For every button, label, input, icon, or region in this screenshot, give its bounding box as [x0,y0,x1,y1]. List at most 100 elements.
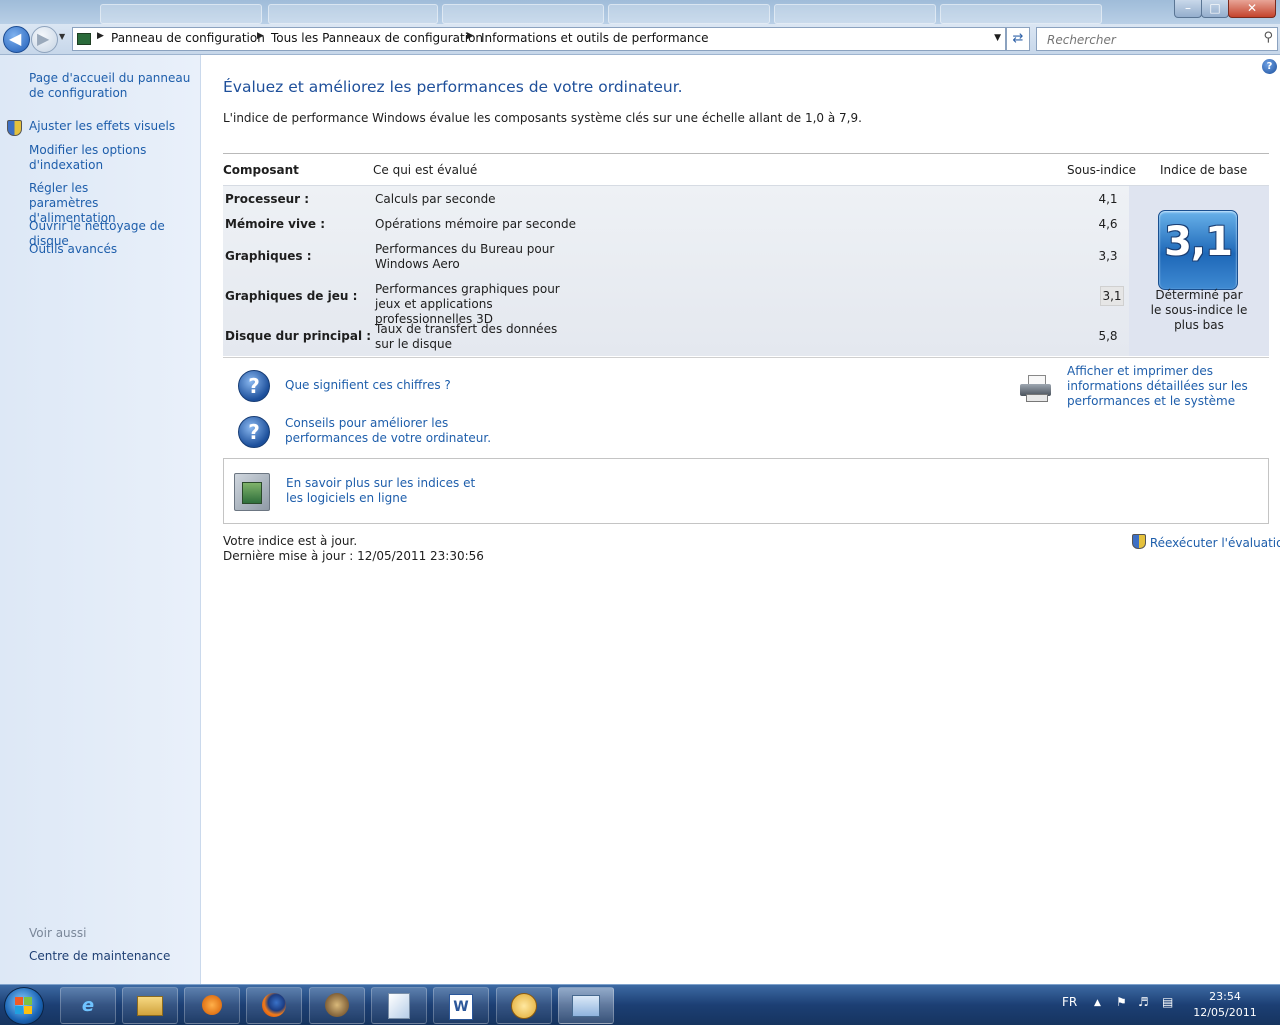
shield-icon [1132,534,1146,549]
arrow-left-icon: ◀ [9,29,22,48]
see-also-label: Voir aussi [29,926,87,940]
taskbar-media-player-icon[interactable] [184,987,240,1024]
base-score-value: 3,1 [1164,219,1233,265]
index-up-to-date: Votre indice est à jour. [223,534,358,548]
software-box-icon [234,473,270,511]
refresh-button[interactable]: ⇄ [1006,27,1030,51]
background-window-tab[interactable] [774,4,936,24]
breadcrumb-all-panels[interactable]: Tous les Panneaux de configuration [271,31,483,45]
taskbar-ie-icon[interactable]: e [60,987,116,1024]
window-title-strip: – □ ✕ [0,0,1280,24]
breadcrumb-separator-icon[interactable]: ▶ [257,31,264,41]
close-button[interactable]: ✕ [1228,0,1276,18]
forward-button[interactable]: ▶ [31,26,58,53]
advanced-tools-link[interactable]: Outils avancés [29,242,194,257]
windows-logo-icon [15,997,23,1005]
main-content: ? Évaluez et améliorez les performances … [201,55,1280,984]
search-input[interactable] [1045,30,1259,50]
action-center-flag-icon[interactable]: ⚑ [1116,995,1127,1009]
address-dropdown-icon[interactable]: ▼ [994,33,1001,43]
arrow-right-icon: ▶ [37,29,50,48]
taskbar-messenger-icon[interactable] [496,987,552,1024]
recent-pages-dropdown[interactable]: ▼ [59,32,65,41]
volume-icon[interactable]: ♬ [1138,995,1149,1009]
learn-more-box: En savoir plus sur les indices et les lo… [223,458,1269,524]
row-subscore-lowest: 3,1 [1100,286,1124,306]
control-panel-icon [77,33,91,45]
back-button[interactable]: ◀ [3,26,30,53]
show-hidden-icons[interactable]: ▲ [1094,998,1101,1008]
print-details-link[interactable]: Afficher et imprimer des informations dé… [1067,364,1272,409]
clock-date: 12/05/2011 [1193,1006,1257,1019]
address-field[interactable]: ▶ Panneau de configuration ▶ Tous les Pa… [72,27,1006,51]
performance-table: Composant Ce qui est évalué Sous-indice … [223,153,1269,358]
page-title: Évaluez et améliorez les performances de… [223,78,683,96]
language-indicator[interactable]: FR [1062,995,1077,1009]
breadcrumb-control-panel[interactable]: Panneau de configuration [111,31,265,45]
row-component-name: Disque dur principal : [225,329,372,343]
row-description: Performances graphiques pour jeux et app… [375,282,560,326]
column-header-component: Composant [223,163,299,177]
base-score-badge: 3,1 [1158,210,1238,290]
background-window-tab[interactable] [268,4,438,24]
help-question-icon: ? [238,416,270,448]
learn-more-link[interactable]: En savoir plus sur les indices et les lo… [286,476,486,506]
shield-icon [7,120,22,136]
taskbar-app-icon[interactable] [309,987,365,1024]
row-subscore: 3,3 [1098,249,1118,263]
column-header-subscore: Sous-indice [1067,163,1137,177]
intro-text: L'indice de performance Windows évalue l… [223,111,862,125]
row-description: Opérations mémoire par seconde [375,217,576,231]
breadcrumb-separator-icon[interactable]: ▶ [97,31,104,41]
rerun-label: Réexécuter l'évaluation [1149,536,1280,550]
row-component-name: Mémoire vive : [225,217,326,231]
start-button[interactable] [4,987,44,1025]
background-window-tab[interactable] [100,4,262,24]
taskbar: e W FR ▲ ⚑ ♬ ▤ 23:54 12/05/2011 [0,984,1280,1025]
row-description: Performances du Bureau pour Windows Aero [375,242,555,271]
background-window-tab[interactable] [608,4,770,24]
row-component-name: Processeur : [225,192,310,206]
clock-time: 23:54 [1209,990,1241,1003]
what-numbers-mean-link[interactable]: Que signifient ces chiffres ? [285,378,451,393]
row-description: Calculs par seconde [375,192,496,206]
column-header-evaluated: Ce qui est évalué [373,163,478,177]
base-score-caption: Déterminé par le sous-indice le plus bas [1150,288,1248,332]
indexing-options-link[interactable]: Modifier les options d'indexation [29,143,149,173]
search-icon[interactable]: ⚲ [1263,30,1273,45]
column-header-base-score: Indice de base [1160,163,1248,177]
taskbar-writing-icon[interactable] [371,987,427,1024]
help-icon[interactable]: ? [1262,59,1277,74]
address-bar: ◀ ▶ ▼ ▶ Panneau de configuration ▶ Tous … [0,24,1280,55]
taskbar-explorer-icon[interactable] [122,987,178,1024]
visual-effects-link[interactable]: Ajuster les effets visuels [29,119,194,134]
network-icon[interactable]: ▤ [1162,995,1173,1009]
base-score-column: 3,1 Déterminé par le sous-indice le plus… [1129,185,1269,356]
improve-tips-link[interactable]: Conseils pour améliorer les performances… [285,416,515,446]
row-subscore: 4,6 [1098,217,1118,231]
taskbar-word-icon[interactable]: W [433,987,489,1024]
taskbar-control-panel-icon[interactable] [558,987,614,1024]
breadcrumb-separator-icon[interactable]: ▶ [467,31,474,41]
clock[interactable]: 23:54 12/05/2011 [1180,989,1270,1021]
maximize-button[interactable]: □ [1201,0,1229,18]
status-text: Votre indice est à jour. Dernière mise à… [223,534,484,564]
row-subscore: 4,1 [1098,192,1118,206]
row-component-name: Graphiques de jeu : [225,289,358,303]
search-box: ⚲ [1036,27,1278,51]
left-pane: Page d'accueil du panneau de configurati… [0,55,201,984]
row-component-name: Graphiques : [225,249,312,263]
control-panel-home-link[interactable]: Page d'accueil du panneau de configurati… [29,71,194,101]
refresh-icon: ⇄ [1012,31,1024,46]
rerun-assessment-link[interactable]: Réexécuter l'évaluation [1132,534,1280,550]
action-center-link[interactable]: Centre de maintenance [29,949,194,964]
background-window-tab[interactable] [442,4,604,24]
taskbar-firefox-icon[interactable] [246,987,302,1024]
background-window-tab[interactable] [940,4,1102,24]
printer-icon [1020,375,1052,402]
row-subscore: 5,8 [1098,329,1118,343]
breadcrumb-performance[interactable]: Informations et outils de performance [481,31,708,45]
table-body: Processeur : Calculs par seconde 4,1 Mém… [223,185,1129,356]
row-description: Taux de transfert des données sur le dis… [375,322,558,351]
minimize-button[interactable]: – [1174,0,1202,18]
